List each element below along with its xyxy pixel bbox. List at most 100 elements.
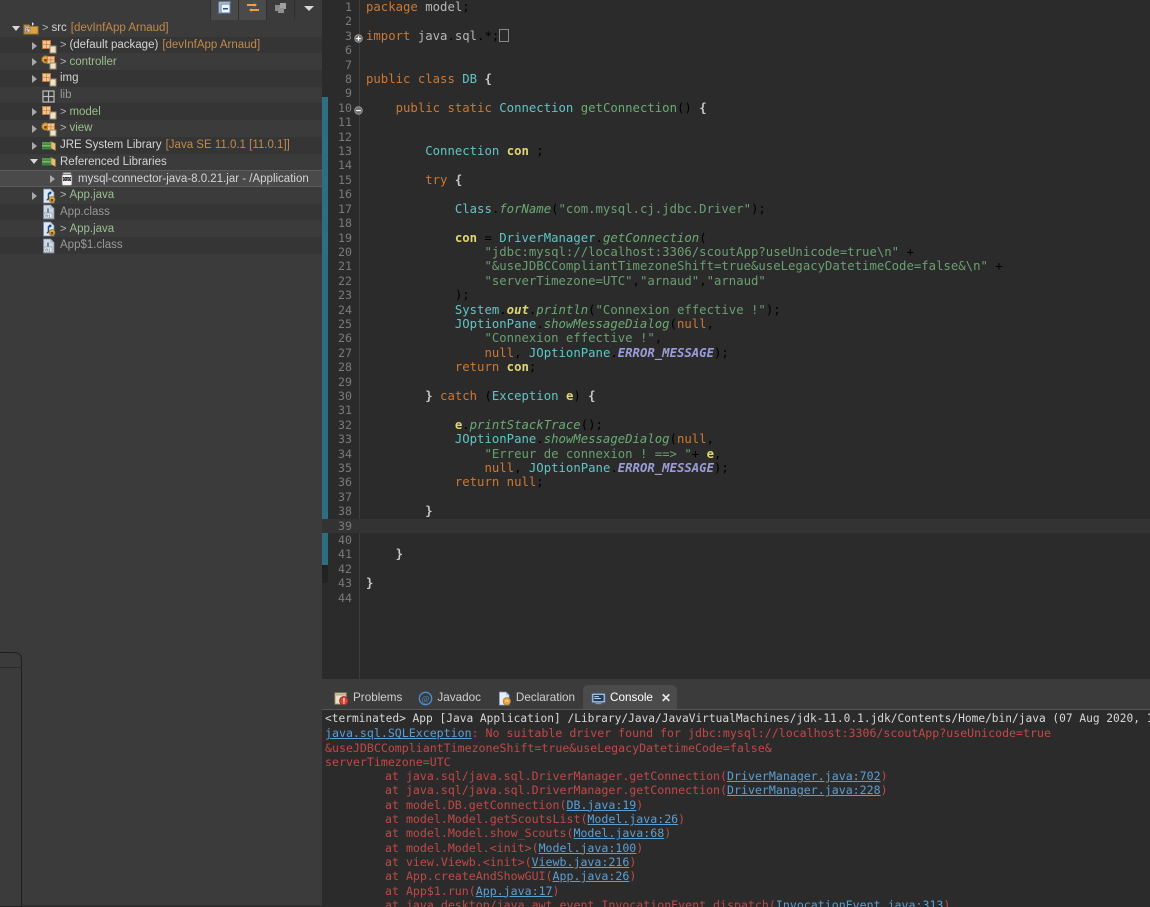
twisty-collapsed-icon[interactable] — [48, 174, 57, 184]
code-line[interactable]: 17 Class.forName("com.mysql.cj.jdbc.Driv… — [322, 202, 1150, 216]
code-line[interactable]: 19 con = DriverManager.getConnection( — [322, 231, 1150, 245]
code-line[interactable]: 25 JOptionPane.showMessageDialog(null, — [322, 317, 1150, 331]
tree-item[interactable]: JRE System Library [Java SE 11.0.1 [11.0.… — [0, 136, 322, 154]
console-stack-frame[interactable]: at java.sql/java.sql.DriverManager.getCo… — [322, 769, 1150, 783]
collapse-all-button[interactable] — [210, 0, 238, 20]
console-stack-frame[interactable]: at java.desktop/java.awt.event.Invocatio… — [322, 898, 1150, 907]
code-line[interactable]: 43} — [322, 576, 1150, 590]
exception-type-link[interactable]: java.sql.SQLException — [325, 726, 472, 740]
tree-item[interactable]: > src [devInfApp Arnaud] — [0, 20, 322, 37]
code-line[interactable]: 11 — [322, 115, 1150, 129]
code-line[interactable]: 39 — [322, 518, 1150, 534]
twisty-expanded-icon[interactable] — [30, 157, 39, 166]
java-editor[interactable]: 1 package model; 2 3 import java.sql.*; 6 7 8 pu… — [322, 0, 1150, 679]
code-line[interactable]: 41 } — [322, 547, 1150, 561]
code-line[interactable]: 36 return null; — [322, 475, 1150, 489]
stack-frame-link[interactable]: InvocationEvent.java:313 — [776, 898, 944, 907]
console-stack-frame[interactable]: at model.Model.getScoutsList(Model.java:… — [322, 812, 1150, 826]
tab-problems[interactable]: Problems — [326, 685, 410, 710]
view-menu-button[interactable] — [266, 0, 294, 20]
console-stack-frame[interactable]: at model.DB.getConnection(DB.java:19) — [322, 798, 1150, 812]
twisty-collapsed-icon[interactable] — [30, 141, 39, 150]
code-line[interactable]: 42 — [322, 562, 1150, 576]
code-line[interactable]: 29 — [322, 375, 1150, 389]
stack-frame-link[interactable]: App.java:26 — [553, 869, 630, 883]
code-line[interactable]: 14 — [322, 158, 1150, 172]
code-line[interactable]: 44 — [322, 591, 1150, 605]
code-line[interactable]: 8 public class DB { — [322, 72, 1150, 86]
stack-frame-link[interactable]: Model.java:26 — [587, 812, 678, 826]
console-output[interactable]: <terminated> App [Java Application] /Lib… — [322, 710, 1150, 907]
tree-item[interactable]: > controller — [0, 53, 322, 70]
stack-frame-link[interactable]: Viewb.java:216 — [532, 855, 630, 869]
tree-item[interactable]: 01 App$1.class — [0, 236, 322, 254]
console-stack-frame[interactable]: at model.Model.show_Scouts(Model.java:68… — [322, 826, 1150, 840]
stack-frame-link[interactable]: DB.java:19 — [566, 798, 636, 812]
tree-item-selected[interactable]: 010 mysql-connector-java-8.0.21.jar - /Ap… — [0, 170, 322, 187]
stack-frame-link[interactable]: DriverManager.java:228 — [727, 783, 881, 797]
close-icon[interactable]: ✕ — [661, 691, 671, 705]
code-area[interactable]: 1 package model; 2 3 import java.sql.*; 6 7 8 pu… — [322, 0, 1150, 679]
stack-frame-link[interactable]: Model.java:68 — [573, 826, 664, 840]
tree-item[interactable]: > App.java — [0, 187, 322, 204]
stack-frame-link[interactable]: DriverManager.java:702 — [727, 769, 881, 783]
code-line[interactable]: 13 Connection con ; — [322, 144, 1150, 158]
twisty-collapsed-icon[interactable] — [30, 191, 39, 200]
console-tabbar[interactable]: Problems @ Javadoc Declaration Console ✕ — [322, 679, 1150, 710]
code-line[interactable]: 23 ); — [322, 288, 1150, 302]
tree-item[interactable]: > model — [0, 103, 322, 121]
tab-declaration[interactable]: Declaration — [489, 685, 583, 710]
folding-expand-icon[interactable] — [354, 32, 363, 43]
tree-item[interactable]: Referenced Libraries — [0, 154, 322, 171]
link-with-editor-button[interactable] — [238, 0, 266, 20]
code-line[interactable]: 26 "Connexion effective !", — [322, 331, 1150, 345]
tree-item[interactable]: > view — [0, 120, 322, 137]
twisty-collapsed-icon[interactable] — [30, 57, 39, 67]
code-line[interactable]: 10 public static Connection getConnectio… — [322, 101, 1150, 115]
tree-item[interactable]: > App.java — [0, 220, 322, 237]
code-line[interactable]: 35 null, JOptionPane.ERROR_MESSAGE); — [322, 461, 1150, 475]
tree-item[interactable]: img — [0, 70, 322, 87]
code-line[interactable]: 32 e.printStackTrace(); — [322, 418, 1150, 432]
tab-console[interactable]: Console ✕ — [583, 685, 677, 710]
twisty-collapsed-icon[interactable] — [30, 107, 39, 117]
stack-frame-link[interactable]: Model.java:100 — [539, 841, 637, 855]
code-line[interactable]: 9 — [322, 86, 1150, 100]
tree-item[interactable]: lib — [0, 87, 322, 104]
code-line[interactable]: 40 — [322, 533, 1150, 547]
code-line[interactable]: 21 "&useJDBCCompliantTimezoneShift=true&… — [322, 259, 1150, 273]
code-line[interactable]: 3 import java.sql.*; — [322, 28, 1150, 43]
code-line[interactable]: 34 "Erreur de connexion ! ==> "+ e, — [322, 447, 1150, 461]
code-line[interactable]: 6 — [322, 43, 1150, 57]
code-line[interactable]: 15 try { — [322, 173, 1150, 187]
code-line[interactable]: 12 — [322, 130, 1150, 144]
code-line[interactable]: 33 JOptionPane.showMessageDialog(null, — [322, 432, 1150, 446]
code-line[interactable]: 27 null, JOptionPane.ERROR_MESSAGE); — [322, 346, 1150, 360]
twisty-collapsed-icon[interactable] — [30, 124, 39, 133]
tree-item[interactable]: > (default package) [devInfApp Arnaud] — [0, 36, 322, 54]
folding-collapse-icon[interactable] — [354, 104, 363, 115]
code-line[interactable]: 30 } catch (Exception e) { — [322, 389, 1150, 403]
project-tree[interactable]: > src [devInfApp Arnaud] > (default package)… — [0, 20, 322, 640]
code-line[interactable]: 38 } — [322, 504, 1150, 518]
twisty-expanded-icon[interactable] — [12, 24, 21, 33]
code-line[interactable]: 16 — [322, 187, 1150, 201]
code-line[interactable]: 24 System.out.println("Connexion effecti… — [322, 303, 1150, 317]
twisty-collapsed-icon[interactable] — [30, 41, 39, 50]
twisty-collapsed-icon[interactable] — [30, 74, 39, 83]
code-line[interactable]: 2 — [322, 14, 1150, 28]
tree-item[interactable]: 01 App.class — [0, 203, 322, 221]
code-line[interactable]: 28 return con; — [322, 360, 1150, 374]
tab-javadoc[interactable]: @ Javadoc — [410, 685, 489, 710]
console-stack-frame[interactable]: at view.Viewb.<init>(Viewb.java:216) — [322, 855, 1150, 869]
console-stack-frame[interactable]: at App$1.run(App.java:17) — [322, 884, 1150, 898]
code-line[interactable]: 18 — [322, 216, 1150, 230]
console-stack-frame[interactable]: at model.Model.<init>(Model.java:100) — [322, 841, 1150, 855]
chevron-down-button[interactable] — [294, 0, 322, 20]
code-line[interactable]: 22 "serverTimezone=UTC","arnaud","arnaud… — [322, 274, 1150, 288]
code-line[interactable]: 37 — [322, 490, 1150, 504]
console-stack-frame[interactable]: at App.createAndShowGUI(App.java:26) — [322, 869, 1150, 883]
stack-frame-link[interactable]: App.java:17 — [476, 884, 553, 898]
code-line[interactable]: 7 — [322, 58, 1150, 72]
console-stack-frame[interactable]: at java.sql/java.sql.DriverManager.getCo… — [322, 783, 1150, 797]
